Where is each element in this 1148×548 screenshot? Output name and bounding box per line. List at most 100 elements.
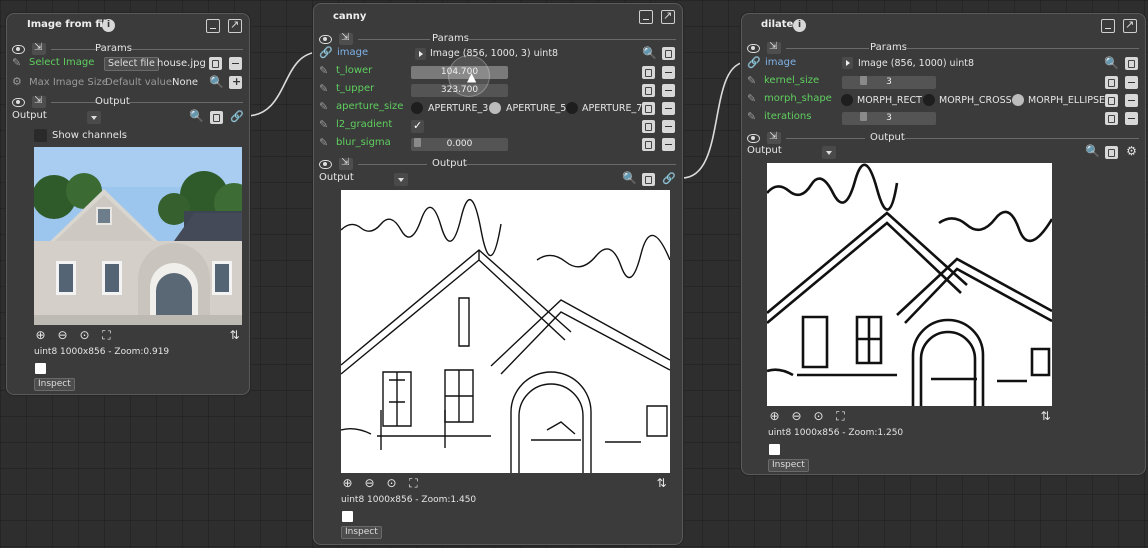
aperture-7-radio[interactable] — [566, 102, 578, 114]
morph-rect-radio[interactable] — [841, 94, 853, 106]
node-canny[interactable]: canny Params 🔗 image Image (856, 1000, 3… — [313, 3, 683, 545]
link-icon[interactable]: 🔗 — [662, 173, 676, 185]
copy-icon[interactable] — [642, 173, 655, 186]
copy-icon[interactable] — [1105, 76, 1118, 89]
eye-icon[interactable] — [319, 160, 332, 169]
settings-icon[interactable]: ⇅ — [1039, 410, 1052, 423]
collapse-icon[interactable] — [767, 41, 781, 54]
output-dropdown[interactable] — [394, 173, 408, 186]
plus-icon[interactable] — [229, 75, 242, 89]
copy-icon[interactable] — [1105, 94, 1118, 107]
pencil-icon[interactable]: ✎ — [319, 137, 331, 149]
pencil-icon[interactable]: ✎ — [319, 83, 331, 95]
minus-icon[interactable] — [662, 138, 675, 151]
pencil-icon[interactable]: ✎ — [747, 111, 759, 123]
zoom-reset-icon[interactable]: ⊙ — [385, 477, 398, 490]
house-image[interactable] — [34, 147, 242, 325]
minus-icon[interactable] — [1125, 94, 1138, 107]
link-icon[interactable]: 🔗 — [319, 47, 333, 59]
zoom-in-icon[interactable]: 🔍 — [1104, 57, 1119, 70]
fit-icon[interactable]: ⛶ — [834, 410, 847, 423]
zoom-in-icon[interactable]: ⊕ — [34, 329, 47, 342]
pencil-icon[interactable]: ✎ — [747, 93, 759, 105]
dilate-output-image[interactable] — [767, 163, 1052, 406]
copy-icon[interactable] — [1105, 112, 1118, 125]
zoom-out-icon[interactable]: ⊖ — [363, 477, 376, 490]
zoom-in-icon[interactable]: 🔍 — [622, 172, 637, 185]
node-image-from-file[interactable]: Image from file i Params ✎ Select Image … — [6, 13, 250, 395]
collapse-icon[interactable] — [767, 131, 781, 144]
link-icon[interactable]: 🔗 — [230, 111, 244, 123]
zoom-out-icon[interactable]: ⊖ — [790, 410, 803, 423]
pencil-icon[interactable]: ✎ — [319, 119, 331, 131]
pencil-icon[interactable]: ✎ — [747, 75, 759, 87]
copy-icon[interactable] — [642, 120, 655, 133]
minimize-icon[interactable] — [639, 10, 653, 24]
zoom-in-icon[interactable]: 🔍 — [189, 110, 204, 123]
pencil-icon[interactable]: ✎ — [12, 57, 24, 69]
minus-icon[interactable] — [229, 57, 242, 70]
morph-cross-radio[interactable] — [923, 94, 935, 106]
output-dropdown[interactable] — [822, 146, 836, 159]
fit-icon[interactable]: ⛶ — [100, 329, 113, 342]
copy-icon[interactable] — [210, 111, 223, 124]
minimize-icon[interactable] — [1101, 19, 1115, 33]
select-file-button[interactable]: Select file — [104, 57, 159, 71]
minus-icon[interactable] — [662, 120, 675, 133]
inspect-button[interactable]: Inspect — [768, 459, 809, 472]
copy-icon[interactable] — [1105, 146, 1118, 159]
settings-icon[interactable]: ⇅ — [655, 477, 668, 490]
link-icon[interactable]: 🔗 — [747, 57, 761, 69]
info-icon[interactable]: i — [102, 19, 115, 32]
zoom-in-icon[interactable]: 🔍 — [1085, 145, 1100, 158]
copy-icon[interactable] — [1125, 57, 1138, 70]
node-title-bar[interactable]: Image from file i — [7, 14, 249, 36]
copy-icon[interactable] — [642, 84, 655, 97]
minimize-icon[interactable] — [206, 19, 220, 33]
inspect-button[interactable]: Inspect — [34, 378, 75, 391]
zoom-reset-icon[interactable]: ⊙ — [78, 329, 91, 342]
minus-icon[interactable] — [1125, 76, 1138, 89]
kernel-size-slider[interactable]: 3 — [842, 76, 936, 89]
copy-icon[interactable] — [642, 66, 655, 79]
pencil-icon[interactable]: ✎ — [319, 101, 331, 113]
zoom-reset-icon[interactable]: ⊙ — [812, 410, 825, 423]
copy-icon[interactable] — [209, 57, 222, 70]
minus-icon[interactable] — [662, 102, 675, 115]
info-icon[interactable]: i — [793, 19, 806, 32]
minus-icon[interactable] — [662, 66, 675, 79]
collapse-icon[interactable] — [339, 32, 353, 45]
collapse-icon[interactable] — [32, 95, 46, 108]
iterations-slider[interactable]: 3 — [842, 112, 936, 125]
morph-ellipse-radio[interactable] — [1012, 94, 1024, 106]
zoom-in-icon[interactable]: ⊕ — [768, 410, 781, 423]
show-channels-checkbox[interactable] — [34, 129, 47, 142]
expand-icon[interactable] — [842, 57, 853, 69]
node-title-bar[interactable]: dilate i — [742, 14, 1145, 36]
minus-icon[interactable] — [1125, 112, 1138, 125]
minus-icon[interactable] — [662, 84, 675, 97]
popout-icon[interactable] — [661, 9, 675, 24]
inspect-button[interactable]: Inspect — [341, 526, 382, 539]
zoom-out-icon[interactable]: ⊖ — [56, 329, 69, 342]
node-dilate[interactable]: dilate i Params 🔗 image Image (856, 1000… — [741, 13, 1146, 475]
output-dropdown[interactable] — [87, 111, 101, 124]
canny-output-image[interactable] — [341, 190, 670, 473]
copy-icon[interactable] — [642, 102, 655, 115]
settings-icon[interactable]: ⚙ — [1125, 145, 1138, 158]
eye-icon[interactable] — [319, 35, 332, 44]
popout-icon[interactable] — [1123, 18, 1137, 33]
popout-icon[interactable] — [228, 18, 242, 33]
eye-icon[interactable] — [747, 44, 760, 53]
settings-icon[interactable]: ⇅ — [228, 329, 241, 342]
eye-icon[interactable] — [747, 134, 760, 143]
expand-icon[interactable] — [415, 48, 426, 60]
zoom-in-icon[interactable]: ⊕ — [341, 477, 354, 490]
eye-icon[interactable] — [12, 45, 25, 54]
eye-icon[interactable] — [12, 98, 25, 107]
blur-sigma-slider[interactable]: 0.000 — [411, 138, 508, 151]
fit-icon[interactable]: ⛶ — [407, 477, 420, 490]
zoom-in-icon[interactable]: 🔍 — [209, 76, 224, 89]
aperture-5-radio[interactable] — [489, 102, 501, 114]
node-title-bar[interactable]: canny — [314, 4, 682, 26]
